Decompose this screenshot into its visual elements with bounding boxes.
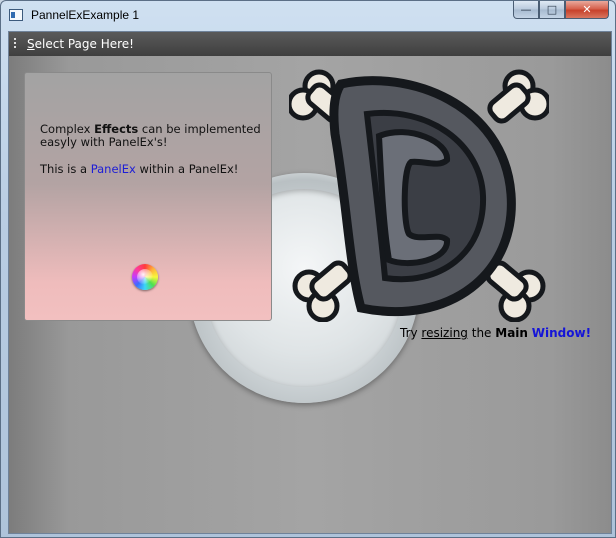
skull-d-logo (289, 69, 549, 322)
letter-d-icon (329, 76, 516, 317)
app-window-icon[interactable] (9, 9, 23, 21)
hint-text-part: Try (400, 326, 422, 340)
minimize-icon: — (520, 3, 532, 16)
resize-hint: Try resizing the Main Window! (400, 326, 591, 340)
toolstrip-grip-icon[interactable] (14, 38, 16, 50)
panelex-link[interactable]: PanelEx (91, 162, 136, 176)
bone-bottom-left-icon (292, 260, 353, 322)
minimize-button[interactable]: — (513, 1, 539, 19)
hint-text-part: the (467, 326, 496, 340)
bone-top-right-icon (487, 69, 549, 124)
panel-ex: Complex Effects can be implemented easyl… (24, 72, 272, 321)
select-page-menu[interactable]: Select Page Here! (27, 37, 134, 51)
window-word: Window! (531, 326, 592, 340)
close-icon: ✕ (582, 3, 592, 16)
window-title: PannelExExample 1 (31, 8, 140, 22)
nested-panel-note: This is a PanelEx within a PanelEx! (40, 162, 270, 176)
panel-text-part: Complex (40, 122, 95, 136)
panel-text-part: within a PanelEx! (135, 162, 239, 176)
maximize-button[interactable]: □ (539, 1, 565, 19)
client-area: Select Page Here! Complex Effects can be… (8, 31, 612, 534)
maximize-icon: □ (546, 3, 558, 16)
effects-word: Effects (94, 122, 139, 136)
window-frame: PannelExExample 1 — □ ✕ Select Page Here… (0, 0, 616, 538)
resizing-word: resizing (421, 326, 468, 340)
menu-bar: Select Page Here! (9, 32, 611, 56)
caption-buttons: — □ ✕ (513, 1, 609, 21)
panel-text-part: This is a (40, 162, 91, 176)
main-word: Main (495, 326, 528, 340)
panel-description: Complex Effects can be implemented easyl… (40, 123, 270, 149)
color-wheel-icon[interactable] (132, 264, 158, 290)
title-bar[interactable]: PannelExExample 1 — □ ✕ (1, 1, 615, 31)
close-button[interactable]: ✕ (565, 1, 609, 19)
